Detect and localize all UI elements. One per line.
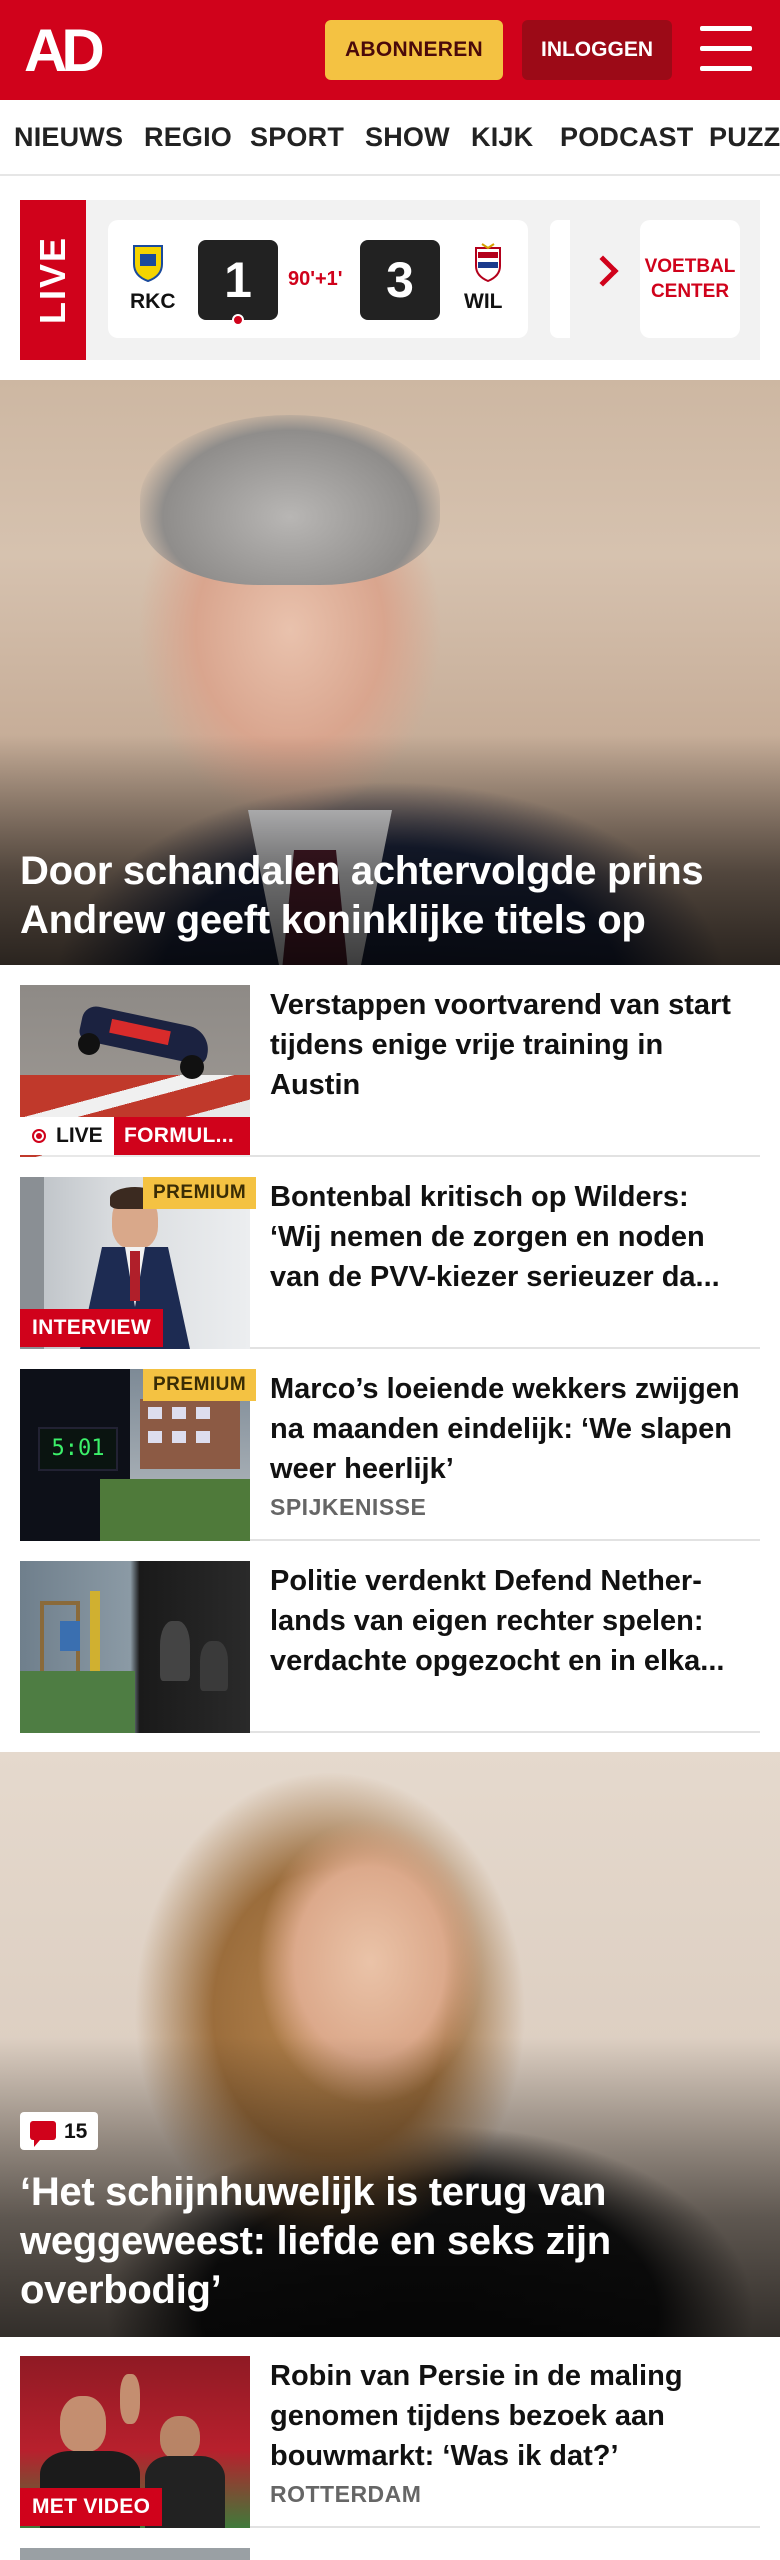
article-van-persie[interactable]: MET VIDEO Robin van Persie in de maling …: [20, 2356, 760, 2528]
live-indicator: LIVE: [20, 1117, 114, 1155]
premium-badge: PREMIUM: [143, 1177, 257, 1209]
article-location: ROTTERDAM: [270, 2481, 422, 2507]
nav-item-regio[interactable]: REGIO: [144, 122, 232, 153]
live-tag: LIVE: [20, 200, 86, 360]
home-team: RKC: [130, 290, 176, 313]
hero-title[interactable]: Door schandalen achtervolgde prins Andre…: [20, 847, 750, 945]
nav-item-nieuws[interactable]: NIEUWS: [14, 122, 123, 153]
live-tag-label: LIVE: [32, 235, 73, 325]
top-bar: AD ABONNEREN INLOGGEN: [0, 0, 780, 100]
article-wekkers[interactable]: 5:01 PREMIUM Marco’s loeiende wekkers zw…: [20, 1369, 760, 1541]
hero-title[interactable]: ‘Het schijnhuwelijk is terug van weggewe…: [20, 2168, 750, 2315]
live-indicator-label: LIVE: [56, 1124, 103, 1147]
match-minute: 90'+1': [288, 268, 343, 290]
nav-item-podcast[interactable]: PODCAST: [560, 122, 693, 153]
voetbal-center-link[interactable]: VOETBAL CENTER: [640, 220, 740, 338]
article-title[interactable]: Bontenbal kritisch op Wilders: ‘Wij neme…: [270, 1177, 745, 1297]
hamburger-menu-icon[interactable]: [700, 26, 752, 72]
article-verstappen[interactable]: LIVE FORMUL... Verstappen voortvarend va…: [20, 985, 760, 1157]
away-score: 3: [360, 240, 440, 320]
login-button[interactable]: INLOGGEN: [522, 20, 672, 80]
nav-item-puzzels[interactable]: PUZZ: [709, 122, 780, 153]
subscribe-button[interactable]: ABONNEREN: [325, 20, 503, 80]
chevron-right-icon[interactable]: [587, 255, 619, 287]
away-team: WIL: [464, 290, 503, 313]
article-title[interactable]: Marco’s loeiende wekkers zwijgen na maan…: [270, 1369, 745, 1489]
rkc-crest-icon: [133, 245, 163, 282]
article-defend-netherlands[interactable]: Politie verdenkt Defend Nether­lands van…: [20, 1561, 760, 1733]
nav-item-kijk[interactable]: KIJK: [471, 122, 533, 153]
alarm-clock-display: 5:01: [38, 1427, 118, 1471]
hero-article-andrew[interactable]: Door schandalen achtervolgde prins Andre…: [0, 380, 780, 965]
category-label: MET VIDEO: [20, 2488, 163, 2526]
comment-icon: [30, 2121, 56, 2147]
article-location: SPIJKENISSE: [270, 1494, 427, 1520]
live-scores-strip: LIVE RKC 1 90'+1' 3 WIL VOETBAL CENTER: [20, 200, 760, 360]
next-match-card-edge[interactable]: [550, 220, 570, 338]
ad-logo[interactable]: AD: [24, 21, 120, 81]
red-card-indicator: [232, 314, 244, 326]
comment-count: 15: [64, 2120, 88, 2143]
main-nav: NIEUWS REGIO SPORT SHOW KIJK PODCAST PUZ…: [0, 100, 780, 176]
hero-article-schijnhuwelijk[interactable]: 15 ‘Het schijnhuwelijk is terug van wegg…: [0, 1752, 780, 2337]
category-label: INTERVIEW: [20, 1309, 163, 1347]
willem-ii-crest-icon: [475, 243, 501, 282]
nav-item-show[interactable]: SHOW: [365, 122, 450, 153]
hero-photo-hair: [140, 415, 440, 585]
article-title[interactable]: Verstappen voortvarend van start tijdens…: [270, 985, 745, 1105]
next-article-thumbnail[interactable]: [20, 2548, 250, 2560]
article-thumbnail: [20, 1561, 250, 1733]
comment-count-badge[interactable]: 15: [20, 2112, 98, 2150]
home-score: 1: [198, 240, 278, 320]
article-title[interactable]: Robin van Persie in de maling genomen ti…: [270, 2356, 745, 2476]
article-bontenbal[interactable]: PREMIUM INTERVIEW Bontenbal kritisch op …: [20, 1177, 760, 1349]
match-card[interactable]: RKC 1 90'+1' 3 WIL: [108, 220, 528, 338]
nav-item-sport[interactable]: SPORT: [250, 122, 344, 153]
premium-badge: PREMIUM: [143, 1369, 257, 1401]
category-label: FORMUL...: [114, 1117, 250, 1155]
article-title[interactable]: Politie verdenkt Defend Nether­lands van…: [270, 1561, 745, 1681]
